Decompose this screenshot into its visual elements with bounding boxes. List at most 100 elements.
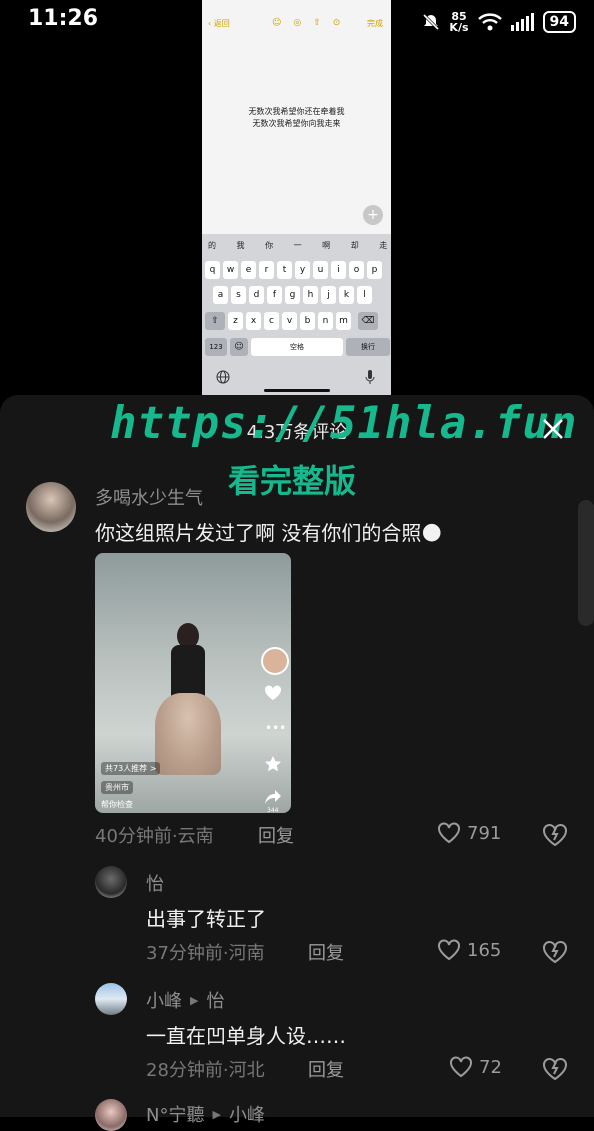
embedded-screenshot: ‹ 返回 ☺◎⇧⊙ 完成 无数次我希望你还在牵着我 无数次我希望你向我走来 + … bbox=[202, 0, 391, 395]
key: f bbox=[267, 286, 282, 304]
watermark-url: https://51hla.fun bbox=[110, 398, 578, 449]
commenter-name[interactable]: N°宁聽 bbox=[146, 1101, 204, 1127]
comment-time-location: 37分钟前·河南 bbox=[146, 943, 265, 964]
globe-icon bbox=[216, 370, 230, 384]
comment-text[interactable]: 出事了转正了 bbox=[146, 903, 266, 932]
signal-icon bbox=[510, 13, 534, 31]
plus-icon: + bbox=[363, 205, 383, 225]
like-count: 165 bbox=[467, 939, 502, 961]
key: e bbox=[241, 261, 256, 279]
dislike-heart-icon[interactable] bbox=[542, 1057, 568, 1081]
like-button[interactable]: 72 bbox=[449, 1056, 502, 1078]
key: v bbox=[282, 312, 297, 330]
reply-arrow-icon: ▶ bbox=[190, 993, 199, 1007]
key-row-2: a s d f g h j k l bbox=[213, 286, 372, 304]
share-arrow-icon bbox=[265, 790, 281, 804]
like-count: 72 bbox=[479, 1056, 502, 1078]
key: i bbox=[331, 261, 346, 279]
commenter-name[interactable]: 小峰 bbox=[146, 987, 182, 1013]
note-toolbar-icons: ☺◎⇧⊙ bbox=[272, 18, 353, 28]
space-key: 空格 bbox=[251, 338, 343, 356]
key: h bbox=[303, 286, 318, 304]
reply-button[interactable]: 回复 bbox=[308, 1056, 344, 1082]
like-button[interactable]: 165 bbox=[437, 939, 501, 961]
key: r bbox=[259, 261, 274, 279]
key: o bbox=[349, 261, 364, 279]
person-figure bbox=[155, 623, 221, 783]
keyboard: 的 我 你 一 啊 却 走 这 是 q w e r t y u i o p a … bbox=[202, 234, 391, 395]
photo-count: 344 bbox=[267, 807, 279, 813]
key: x bbox=[246, 312, 261, 330]
key: z bbox=[228, 312, 243, 330]
comment-sheet bbox=[0, 395, 594, 1117]
key-row-4: 123 ☺ 空格 换行 bbox=[205, 338, 390, 356]
like-button[interactable]: 791 bbox=[437, 822, 501, 844]
key: b bbox=[300, 312, 315, 330]
note-text: 无数次我希望你还在牵着我 无数次我希望你向我走来 bbox=[248, 107, 345, 128]
avatar[interactable] bbox=[95, 1099, 127, 1131]
photo-location-tag: 贵州市 bbox=[101, 781, 133, 794]
avatar[interactable] bbox=[26, 482, 76, 532]
watermark-subtitle: 看完整版 bbox=[228, 462, 357, 500]
author-avatar bbox=[261, 647, 289, 675]
dislike-heart-icon[interactable] bbox=[542, 940, 568, 964]
dislike-heart-icon[interactable] bbox=[542, 823, 568, 847]
comment-time-location: 28分钟前·河北 bbox=[146, 1060, 265, 1081]
star-icon bbox=[265, 756, 281, 772]
heart-outline-icon bbox=[450, 1056, 472, 1078]
net-speed: 85 K/s bbox=[449, 10, 469, 34]
key: a bbox=[213, 286, 228, 304]
key: t bbox=[277, 261, 292, 279]
reply-thread-names: N°宁聽 ▶ 小峰 bbox=[146, 1101, 265, 1127]
shift-icon: ⇧ bbox=[205, 312, 225, 330]
status-time: 11:26 bbox=[28, 6, 99, 31]
battery-indicator: 94 bbox=[542, 11, 576, 33]
comment-text[interactable]: 一直在凹单身人设…… bbox=[146, 1020, 346, 1049]
comment-photo[interactable]: ••• 共73人推荐 > 贵州市 帮你检查 344 bbox=[95, 553, 291, 813]
reply-button[interactable]: 回复 bbox=[308, 939, 344, 965]
key: s bbox=[231, 286, 246, 304]
emoji-icon: ☺ bbox=[230, 338, 248, 356]
key: l bbox=[357, 286, 372, 304]
photo-likes-tag: 共73人推荐 > bbox=[101, 762, 161, 775]
more-dots-icon: ••• bbox=[265, 721, 287, 735]
comment-text[interactable]: 你这组照片发过了啊 没有你们的合照🌑 bbox=[95, 517, 442, 546]
key-row-1: q w e r t y u i o p bbox=[205, 261, 382, 279]
back-link: ‹ 返回 bbox=[208, 18, 230, 28]
avatar[interactable] bbox=[95, 983, 127, 1015]
key-123: 123 bbox=[205, 338, 227, 356]
wifi-icon bbox=[477, 13, 502, 31]
heart-outline-icon bbox=[438, 822, 460, 844]
heart-icon bbox=[264, 685, 282, 700]
heart-outline-icon bbox=[438, 939, 460, 961]
mute-bell-icon bbox=[423, 13, 440, 31]
scroll-handle[interactable] bbox=[578, 500, 594, 626]
home-indicator bbox=[264, 389, 330, 392]
key: j bbox=[321, 286, 336, 304]
key: y bbox=[295, 261, 310, 279]
commenter-name[interactable]: 怡 bbox=[146, 870, 164, 896]
status-icons: 85 K/s 94 bbox=[421, 8, 576, 36]
close-icon[interactable] bbox=[540, 416, 566, 442]
photo-bottom-tag: 帮你检查 bbox=[101, 800, 133, 809]
key: u bbox=[313, 261, 328, 279]
key-row-3: ⇧ z x c v b n m ⌫ bbox=[205, 312, 378, 330]
reply-thread-names: 小峰 ▶ 怡 bbox=[146, 987, 224, 1013]
key: w bbox=[223, 261, 238, 279]
backspace-icon: ⌫ bbox=[358, 312, 378, 330]
keyboard-bottom bbox=[202, 362, 391, 395]
reply-to-name[interactable]: 怡 bbox=[206, 987, 224, 1013]
commenter-name[interactable]: 多喝水少生气 bbox=[95, 484, 203, 510]
enter-key: 换行 bbox=[346, 338, 390, 356]
candidate-bar: 的 我 你 一 啊 却 走 这 是 bbox=[208, 241, 391, 250]
key: g bbox=[285, 286, 300, 304]
microphone-icon bbox=[365, 370, 375, 384]
reply-button[interactable]: 回复 bbox=[258, 822, 294, 848]
key: k bbox=[339, 286, 354, 304]
key: m bbox=[336, 312, 351, 330]
avatar[interactable] bbox=[95, 866, 127, 898]
reply-to-name[interactable]: 小峰 bbox=[229, 1101, 265, 1127]
key: n bbox=[318, 312, 333, 330]
key: q bbox=[205, 261, 220, 279]
reply-arrow-icon: ▶ bbox=[212, 1107, 221, 1121]
